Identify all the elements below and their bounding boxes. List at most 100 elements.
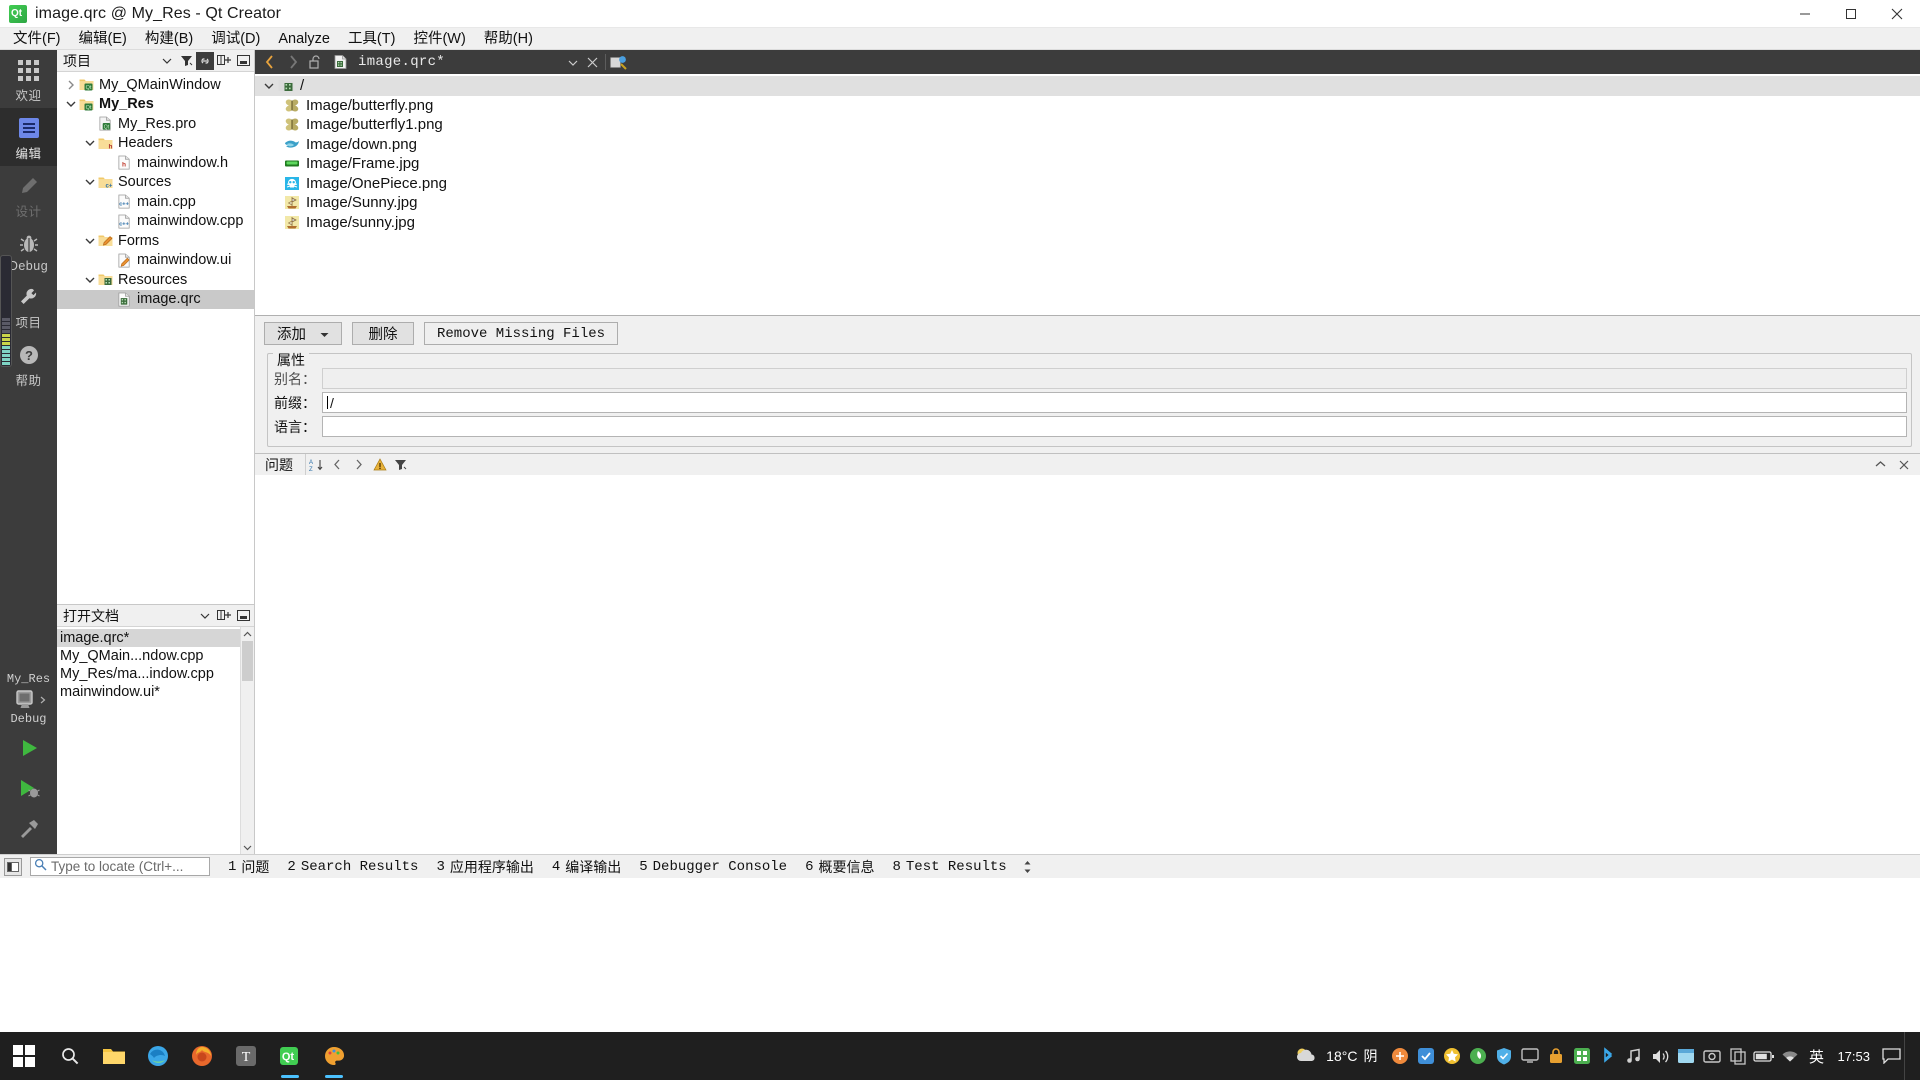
menu-edit[interactable]: 编辑(E): [70, 28, 136, 50]
tray-app-7[interactable]: [1543, 1032, 1569, 1080]
chevron-expanded-icon[interactable]: [82, 237, 97, 245]
resource-file-row[interactable]: Image/OnePiece.png: [255, 174, 1920, 194]
alias-field[interactable]: [322, 368, 1907, 389]
project-tree-item-mainwindow-ui[interactable]: mainwindow.ui: [57, 251, 254, 271]
output-tab-app-output[interactable]: 3 应用程序输出: [428, 857, 541, 877]
weather-widget[interactable]: 18°C 阴: [1290, 1045, 1387, 1068]
resource-file-row[interactable]: Image/down.png: [255, 135, 1920, 155]
edge-browser-icon[interactable]: [136, 1032, 180, 1080]
tray-app-11[interactable]: [1673, 1032, 1699, 1080]
resource-prefix-row[interactable]: /: [255, 76, 1920, 96]
tray-app-13[interactable]: [1725, 1032, 1751, 1080]
chevron-right-icon[interactable]: [348, 455, 369, 475]
show-desktop-button[interactable]: [1904, 1032, 1914, 1080]
chevron-up-icon[interactable]: [1870, 455, 1891, 475]
tray-app-6[interactable]: [1517, 1032, 1543, 1080]
chevron-left-icon[interactable]: [327, 455, 348, 475]
mode-edit[interactable]: 编辑: [0, 108, 57, 166]
output-tab-search-results[interactable]: 2 Search Results: [279, 859, 426, 875]
chevron-expanded-icon[interactable]: [82, 139, 97, 147]
qt-creator-taskbar-icon[interactable]: Qt: [268, 1032, 312, 1080]
project-tree-item-sources[interactable]: c+ Sources: [57, 173, 254, 193]
firefox-browser-icon[interactable]: [180, 1032, 224, 1080]
close-document-button[interactable]: [582, 51, 603, 73]
open-document-item[interactable]: My_QMain...ndow.cpp: [57, 647, 254, 665]
project-tree-item-mainwindow-cpp[interactable]: c++ mainwindow.cpp: [57, 212, 254, 232]
filter-dropdown[interactable]: [158, 52, 176, 70]
maximize-button[interactable]: [1828, 0, 1874, 28]
editor-file-combobox[interactable]: image.qrc*: [328, 51, 580, 73]
chevron-expanded-icon[interactable]: [261, 82, 277, 90]
open-document-item[interactable]: mainwindow.ui*: [57, 683, 254, 701]
resource-file-row[interactable]: Image/butterfly1.png: [255, 115, 1920, 135]
tray-app-10[interactable]: [1621, 1032, 1647, 1080]
split-editor-icon[interactable]: [608, 51, 629, 73]
search-taskbar-icon[interactable]: [48, 1032, 92, 1080]
project-tree-item-my-qmainwindow[interactable]: Qt My_QMainWindow: [57, 75, 254, 95]
locator-input[interactable]: Type to locate (Ctrl+...: [30, 857, 210, 876]
tray-battery-icon[interactable]: [1751, 1032, 1777, 1080]
minimize-panel-icon[interactable]: [234, 52, 252, 70]
tray-app-12[interactable]: [1699, 1032, 1725, 1080]
kit-selector[interactable]: My_Res Debug: [0, 672, 57, 726]
output-tab-summary[interactable]: 6 概要信息: [797, 857, 882, 877]
sort-az-icon[interactable]: A Z: [306, 455, 327, 475]
navigate-forward-button[interactable]: [282, 51, 303, 73]
output-tab-compile-output[interactable]: 4 编译输出: [544, 857, 629, 877]
project-tree-item-resources[interactable]: Resources: [57, 270, 254, 290]
unlocked-icon[interactable]: [305, 51, 326, 73]
scroll-up-icon[interactable]: [243, 627, 252, 641]
menu-help[interactable]: 帮助(H): [475, 28, 542, 50]
open-documents-scroll-thumb[interactable]: [242, 641, 253, 681]
tray-app-2[interactable]: [1413, 1032, 1439, 1080]
resource-file-row[interactable]: Image/Sunny.jpg: [255, 193, 1920, 213]
opendocs-split[interactable]: [215, 607, 233, 625]
remove-resource-button[interactable]: 删除: [352, 322, 414, 345]
open-documents-list[interactable]: image.qrc* My_QMain...ndow.cpp My_Res/ma..…: [57, 627, 254, 854]
tray-app-3[interactable]: [1439, 1032, 1465, 1080]
menu-analyze[interactable]: Analyze: [269, 28, 339, 50]
add-resource-button[interactable]: 添加: [264, 322, 342, 345]
project-tree-item-image-qrc[interactable]: image.qrc: [57, 289, 254, 309]
close-button[interactable]: [1874, 0, 1920, 28]
progress-slider[interactable]: [0, 255, 12, 367]
open-document-item[interactable]: My_Res/ma...indow.cpp: [57, 665, 254, 683]
tray-app-1[interactable]: [1387, 1032, 1413, 1080]
close-icon[interactable]: [1893, 455, 1914, 475]
project-tree-item-my-res-pro[interactable]: Qt My_Res.pro: [57, 114, 254, 134]
link-icon[interactable]: [196, 51, 214, 70]
tray-ime-icon[interactable]: 英: [1803, 1032, 1829, 1080]
chevron-expanded-icon[interactable]: [82, 178, 97, 186]
windows-start-icon[interactable]: [0, 1032, 48, 1080]
tray-app-5[interactable]: [1491, 1032, 1517, 1080]
minimize-button[interactable]: [1782, 0, 1828, 28]
mode-welcome[interactable]: 欢迎: [0, 50, 57, 108]
tray-volume-icon[interactable]: [1647, 1032, 1673, 1080]
menu-debug[interactable]: 调试(D): [202, 28, 269, 50]
caret-down-icon[interactable]: [320, 326, 329, 342]
tray-app-9[interactable]: [1595, 1032, 1621, 1080]
run-button[interactable]: [0, 728, 57, 768]
mode-design[interactable]: 设计: [0, 166, 57, 224]
paint-app-icon[interactable]: [312, 1032, 356, 1080]
menu-build[interactable]: 构建(B): [136, 28, 202, 50]
chevron-down-icon[interactable]: [568, 54, 580, 71]
menu-tools[interactable]: 工具(T): [339, 28, 405, 50]
tray-app-8[interactable]: [1569, 1032, 1595, 1080]
opendocs-dropdown[interactable]: [196, 607, 214, 625]
menu-file[interactable]: 文件(F): [4, 28, 70, 50]
language-field[interactable]: [322, 416, 1907, 437]
translate-app-icon[interactable]: T: [224, 1032, 268, 1080]
split-icon[interactable]: [4, 857, 22, 876]
folder-explorer-icon[interactable]: [92, 1032, 136, 1080]
resource-file-row[interactable]: Image/Frame.jpg: [255, 154, 1920, 174]
project-tree-item-headers[interactable]: h Headers: [57, 134, 254, 154]
chevron-collapsed-icon[interactable]: [63, 80, 78, 90]
project-tree-item-my-res[interactable]: Qt My_Res: [57, 95, 254, 115]
output-tab-test-results[interactable]: 8 Test Results: [884, 859, 1014, 875]
tray-app-4[interactable]: [1465, 1032, 1491, 1080]
chevron-expanded-icon[interactable]: [82, 276, 97, 284]
output-tab-issues[interactable]: 1 问题: [220, 857, 277, 877]
updown-arrows-icon[interactable]: [1017, 857, 1038, 877]
project-tree[interactable]: Qt My_QMainWindow Qt My_Res Qt My_Res.pro h…: [57, 72, 254, 604]
